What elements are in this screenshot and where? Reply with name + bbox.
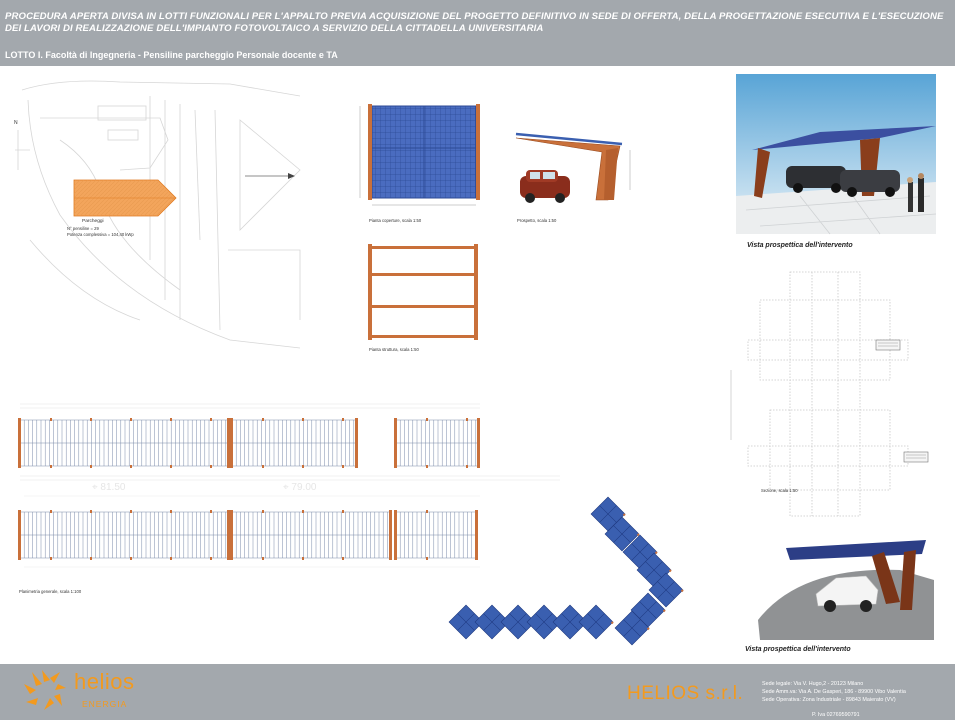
site-label-potenza: Potenza complessiva = 104,40 kWp bbox=[67, 232, 134, 237]
logo-wordmark: helios bbox=[74, 669, 135, 694]
section-inserts bbox=[730, 339, 929, 463]
logo-subtitle: ENERGIA bbox=[82, 699, 128, 709]
roof-plan-drawing bbox=[359, 104, 480, 206]
elevation-drawing bbox=[515, 132, 631, 203]
dimension-left-value: 81.50 bbox=[100, 482, 126, 493]
address-line-2: Sede Amm.va: Via A. De Gasperi, 186 - 89… bbox=[762, 689, 906, 695]
drawing-sheet: PROCEDURA APERTA DIVISA IN LOTTI FUNZION… bbox=[0, 0, 955, 720]
north-arrow-label: N bbox=[14, 120, 18, 126]
address-line-3: Sede Operativa: Zona Industriale - 89843… bbox=[762, 697, 896, 703]
structure-plan-drawing bbox=[368, 244, 478, 340]
caption-general-plan: Planimetria generale, scala 1:100 bbox=[19, 589, 82, 594]
section-drawing bbox=[747, 271, 909, 517]
dimension-right-value: 79.00 bbox=[291, 482, 317, 493]
caption-roof-plan: Pianta coperture, scala 1:50 bbox=[369, 218, 422, 223]
perspective-render-1 bbox=[736, 74, 937, 235]
caption-perspective-1: Vista prospettica dell'intervento bbox=[747, 242, 853, 249]
caption-structure-plan: Pianta struttura, scala 1:50 bbox=[369, 347, 419, 352]
company-name: HELIOS s.r.l. bbox=[627, 683, 744, 704]
vat-number: P. Iva 02769590791 bbox=[812, 712, 860, 718]
dimension-right: ⌖ 79.00 bbox=[283, 482, 317, 493]
site-label-parcheggi: Parcheggi bbox=[82, 219, 104, 224]
caption-elevation: Prospetto, scala 1:50 bbox=[517, 218, 557, 223]
caption-perspective-2: Vista prospettica dell'intervento bbox=[745, 646, 851, 653]
perspective-render-2 bbox=[758, 540, 934, 640]
caption-section: Sezione, scala 1:50 bbox=[761, 488, 798, 493]
parking-grid-rows bbox=[19, 419, 479, 559]
drawing-graphics bbox=[15, 74, 937, 646]
address-line-1: Sede legale: Via V. Hugo,2 - 20123 Milan… bbox=[762, 681, 864, 687]
panel-array-layout bbox=[448, 496, 684, 646]
dimension-left: ⌖ 81.50 bbox=[92, 482, 126, 493]
parking-pensiline-block bbox=[73, 179, 177, 217]
site-label-pensiline: N° pensiline = 29 bbox=[67, 226, 99, 231]
